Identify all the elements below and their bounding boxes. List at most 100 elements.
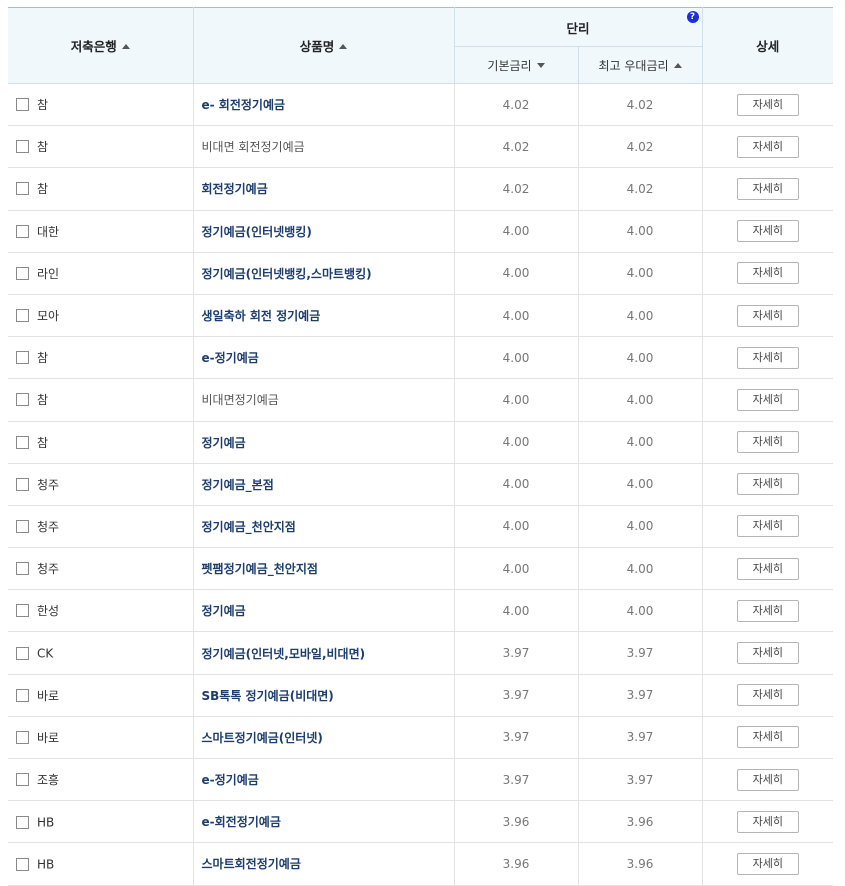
detail-cell: 자세히 <box>702 842 834 886</box>
row-checkbox[interactable] <box>16 688 29 702</box>
detail-button[interactable]: 자세히 <box>736 473 799 496</box>
max-rate-cell: 4.00 <box>578 378 703 422</box>
product-name-link[interactable]: e-회전정기예금 <box>202 815 281 829</box>
detail-button[interactable]: 자세히 <box>736 726 799 749</box>
detail-button[interactable]: 자세히 <box>736 515 799 538</box>
detail-button[interactable]: 자세히 <box>736 388 799 411</box>
product-column-label[interactable]: 상품명 <box>300 39 348 54</box>
bank-name: 참 <box>37 182 49 197</box>
detail-button[interactable]: 자세히 <box>736 599 799 622</box>
product-name-link[interactable]: 정기예금(인터넷뱅킹,스마트뱅킹) <box>202 267 372 281</box>
base-rate-cell: 3.96 <box>454 800 579 844</box>
detail-cell: 자세히 <box>702 421 834 464</box>
row-checkbox[interactable] <box>16 266 29 280</box>
detail-cell: 자세히 <box>702 336 834 380</box>
max-rate-cell: 4.00 <box>578 210 703 253</box>
table-row: 참 회전정기예금 4.02 4.02 자세히 <box>8 167 834 211</box>
product-name-link[interactable]: 정기예금(인터넷뱅킹) <box>202 225 312 239</box>
bank-name: 청주 <box>37 519 60 534</box>
base-rate-cell: 4.00 <box>454 421 579 464</box>
row-checkbox[interactable] <box>16 182 29 196</box>
product-name-link[interactable]: 정기예금(인터넷,모바일,비대면) <box>202 647 366 661</box>
detail-button[interactable]: 자세히 <box>736 557 799 580</box>
row-checkbox[interactable] <box>16 98 29 112</box>
max-rate-cell: 3.97 <box>578 758 703 802</box>
product-name-link[interactable]: 정기예금_천안지점 <box>202 520 296 534</box>
detail-button[interactable]: 자세히 <box>736 810 799 833</box>
detail-button[interactable]: 자세히 <box>736 642 799 665</box>
detail-button[interactable]: 자세히 <box>736 135 799 158</box>
product-name-link[interactable]: 생일축하 회전 정기예금 <box>202 309 321 323</box>
detail-button[interactable]: 자세히 <box>736 220 799 243</box>
bank-cell: 청주 <box>8 463 194 506</box>
detail-cell: 자세히 <box>702 505 834 549</box>
detail-cell: 자세히 <box>702 631 834 675</box>
detail-button[interactable]: 자세히 <box>736 262 799 285</box>
table-row: HB 스마트회전정기예금 3.96 3.96 자세히 <box>8 842 834 886</box>
product-name-link[interactable]: e-정기예금 <box>202 351 259 365</box>
detail-button[interactable]: 자세히 <box>736 304 799 327</box>
product-name-link[interactable]: 비대면 회전정기예금 <box>202 140 305 154</box>
row-checkbox[interactable] <box>16 773 29 787</box>
product-name-link[interactable]: 스마트회전정기예금 <box>202 857 301 871</box>
max-rate-column-label[interactable]: 최고 우대금리 <box>598 59 681 73</box>
row-checkbox[interactable] <box>16 519 29 533</box>
bank-name: 바로 <box>37 688 60 703</box>
detail-button[interactable]: 자세히 <box>736 93 799 116</box>
bank-cell: 참 <box>8 378 194 422</box>
row-checkbox[interactable] <box>16 140 29 154</box>
detail-cell: 자세히 <box>702 716 834 760</box>
max-rate-cell: 3.97 <box>578 674 703 717</box>
product-name-link[interactable]: 회전정기예금 <box>202 182 268 196</box>
product-cell: 정기예금 <box>193 589 455 633</box>
product-name-link[interactable]: 비대면정기예금 <box>202 393 279 407</box>
max-rate-column-header[interactable]: 최고 우대금리 <box>577 46 703 84</box>
table-row: 한성 정기예금 4.00 4.00 자세히 <box>8 589 834 633</box>
row-checkbox[interactable] <box>16 815 29 829</box>
bank-column-label[interactable]: 저축은행 <box>71 39 130 54</box>
detail-cell: 자세히 <box>702 800 834 844</box>
product-name-link[interactable]: 펫팸정기예금_천안지점 <box>202 562 318 576</box>
detail-button[interactable]: 자세히 <box>736 431 799 454</box>
row-checkbox[interactable] <box>16 309 29 323</box>
product-name-link[interactable]: e-정기예금 <box>202 773 259 787</box>
bank-cell: 라인 <box>8 252 194 295</box>
product-name-link[interactable]: SB톡톡 정기예금(비대면) <box>202 689 334 703</box>
row-checkbox[interactable] <box>16 604 29 618</box>
bank-name: 라인 <box>37 266 60 281</box>
product-name-link[interactable]: 정기예금_본점 <box>202 478 274 492</box>
product-name-link[interactable]: e- 회전정기예금 <box>202 98 286 112</box>
bank-cell: 한성 <box>8 589 194 633</box>
detail-cell: 자세히 <box>702 210 834 253</box>
product-name-link[interactable]: 스마트정기예금(인터넷) <box>202 731 323 745</box>
bank-cell: HB <box>8 800 194 844</box>
row-checkbox[interactable] <box>16 562 29 576</box>
product-cell: 비대면정기예금 <box>193 378 455 422</box>
row-checkbox[interactable] <box>16 857 29 871</box>
help-icon[interactable]: ? <box>686 11 699 23</box>
product-name-link[interactable]: 정기예금 <box>202 436 246 450</box>
product-name-link[interactable]: 정기예금 <box>202 604 246 618</box>
row-checkbox[interactable] <box>16 224 29 238</box>
base-rate-cell: 4.00 <box>454 505 579 549</box>
row-checkbox[interactable] <box>16 393 29 407</box>
detail-cell: 자세히 <box>702 758 834 802</box>
detail-button[interactable]: 자세히 <box>736 346 799 369</box>
row-checkbox[interactable] <box>16 435 29 449</box>
base-rate-cell: 4.00 <box>454 589 579 633</box>
row-checkbox[interactable] <box>16 477 29 491</box>
detail-button[interactable]: 자세히 <box>736 768 799 791</box>
bank-name: 대한 <box>37 224 60 239</box>
bank-column-header[interactable]: 저축은행 <box>8 7 194 84</box>
base-rate-column-label[interactable]: 기본금리 <box>487 59 544 73</box>
product-column-header[interactable]: 상품명 <box>192 7 455 84</box>
detail-button[interactable]: 자세히 <box>736 177 799 200</box>
base-rate-column-header[interactable]: 기본금리 <box>454 46 579 84</box>
row-checkbox[interactable] <box>16 351 29 365</box>
detail-button[interactable]: 자세히 <box>736 852 799 875</box>
row-checkbox[interactable] <box>16 730 29 744</box>
base-rate-cell: 4.02 <box>454 167 579 211</box>
detail-button[interactable]: 자세히 <box>736 684 799 707</box>
row-checkbox[interactable] <box>16 646 29 660</box>
detail-cell: 자세히 <box>702 547 834 591</box>
